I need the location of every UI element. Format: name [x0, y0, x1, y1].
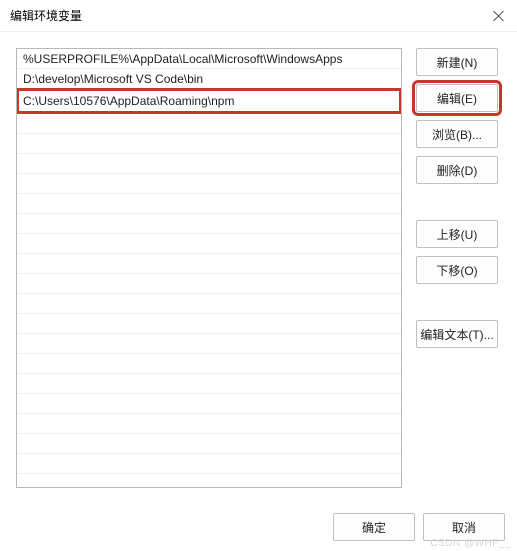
- list-item-empty[interactable]: [17, 194, 401, 214]
- list-item-empty[interactable]: [17, 214, 401, 234]
- list-item-empty[interactable]: [17, 414, 401, 434]
- list-item-empty[interactable]: [17, 274, 401, 294]
- edit-text-button[interactable]: 编辑文本(T)...: [416, 320, 498, 348]
- list-item[interactable]: D:\develop\Microsoft VS Code\bin: [17, 69, 401, 89]
- list-item-empty[interactable]: [17, 114, 401, 134]
- new-button[interactable]: 新建(N): [416, 48, 498, 76]
- list-item-empty[interactable]: [17, 434, 401, 454]
- list-item-empty[interactable]: [17, 454, 401, 474]
- list-item-empty[interactable]: [17, 354, 401, 374]
- list-item-empty[interactable]: [17, 374, 401, 394]
- list-item-empty[interactable]: [17, 174, 401, 194]
- path-listbox[interactable]: %USERPROFILE%\AppData\Local\Microsoft\Wi…: [16, 48, 402, 488]
- list-item-empty[interactable]: [17, 314, 401, 334]
- list-item-empty[interactable]: [17, 134, 401, 154]
- edit-button[interactable]: 编辑(E): [416, 84, 498, 112]
- list-item-empty[interactable]: [17, 394, 401, 414]
- list-item-empty[interactable]: [17, 154, 401, 174]
- dialog-title: 编辑环境变量: [10, 7, 82, 24]
- browse-button[interactable]: 浏览(B)...: [416, 120, 498, 148]
- titlebar: 编辑环境变量: [0, 0, 517, 32]
- list-item-empty[interactable]: [17, 234, 401, 254]
- dialog-body: %USERPROFILE%\AppData\Local\Microsoft\Wi…: [0, 32, 517, 496]
- list-item[interactable]: %USERPROFILE%\AppData\Local\Microsoft\Wi…: [17, 49, 401, 69]
- list-item-empty[interactable]: [17, 254, 401, 274]
- delete-button[interactable]: 删除(D): [416, 156, 498, 184]
- close-icon[interactable]: [491, 8, 507, 24]
- move-down-button[interactable]: 下移(O): [416, 256, 498, 284]
- move-up-button[interactable]: 上移(U): [416, 220, 498, 248]
- watermark: CSDN @WHF__: [430, 538, 511, 549]
- dialog-footer: 确定 取消: [333, 513, 505, 541]
- cancel-button[interactable]: 取消: [423, 513, 505, 541]
- list-item-empty[interactable]: [17, 334, 401, 354]
- side-buttons: 新建(N) 编辑(E) 浏览(B)... 删除(D) 上移(U) 下移(O) 编…: [416, 48, 498, 488]
- list-item-empty[interactable]: [17, 294, 401, 314]
- ok-button[interactable]: 确定: [333, 513, 415, 541]
- list-item-selected[interactable]: C:\Users\10576\AppData\Roaming\npm: [16, 88, 402, 114]
